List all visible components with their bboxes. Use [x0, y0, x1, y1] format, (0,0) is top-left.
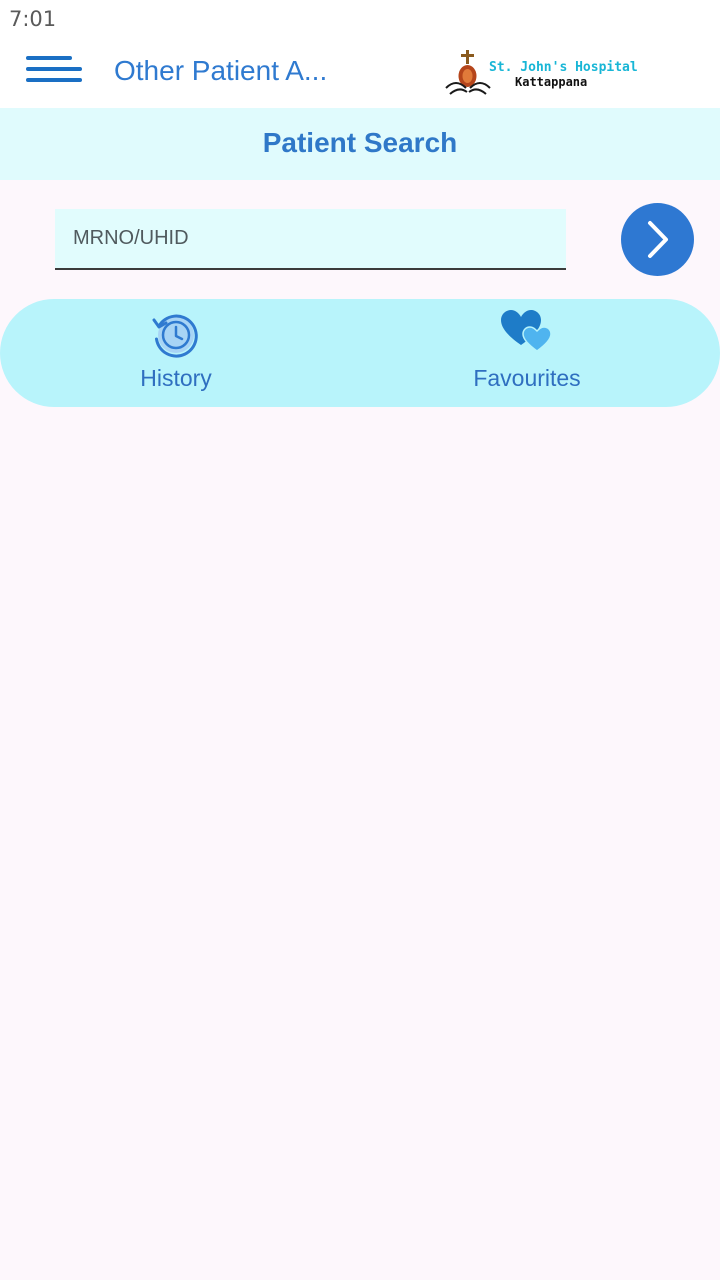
- mrno-uhid-input[interactable]: [55, 209, 566, 268]
- app-screen: 7:01 Other Patient A... St. John's Hospi…: [0, 0, 720, 1280]
- status-bar: 7:01: [0, 0, 720, 38]
- hearts-icon: [501, 310, 552, 352]
- tab-favourites-label: Favourites: [473, 365, 581, 391]
- tab-history-label: History: [140, 365, 212, 391]
- logo-hospital-place: Kattappana: [515, 75, 588, 89]
- app-bar: Other Patient A... St. John's Hospital K…: [0, 38, 720, 108]
- tab-bar: History Favourites: [0, 299, 720, 407]
- hospital-logo: St. John's Hospital Kattappana: [444, 48, 644, 98]
- hospital-emblem-icon: [445, 50, 491, 95]
- menu-icon[interactable]: [26, 56, 82, 86]
- page-title: Other Patient A...: [114, 55, 328, 86]
- search-header: Patient Search: [0, 108, 720, 180]
- mrno-uhid-field[interactable]: [55, 209, 566, 270]
- tab-favourites[interactable]: Favourites: [447, 299, 607, 407]
- logo-hospital-name: St. John's Hospital: [489, 60, 638, 75]
- section-title: Patient Search: [262, 127, 458, 158]
- tab-history[interactable]: History: [96, 299, 256, 407]
- chevron-right-icon: [648, 221, 668, 258]
- search-go-button[interactable]: [621, 203, 694, 276]
- history-clock-icon: [152, 314, 198, 358]
- status-time: 7:01: [9, 7, 57, 31]
